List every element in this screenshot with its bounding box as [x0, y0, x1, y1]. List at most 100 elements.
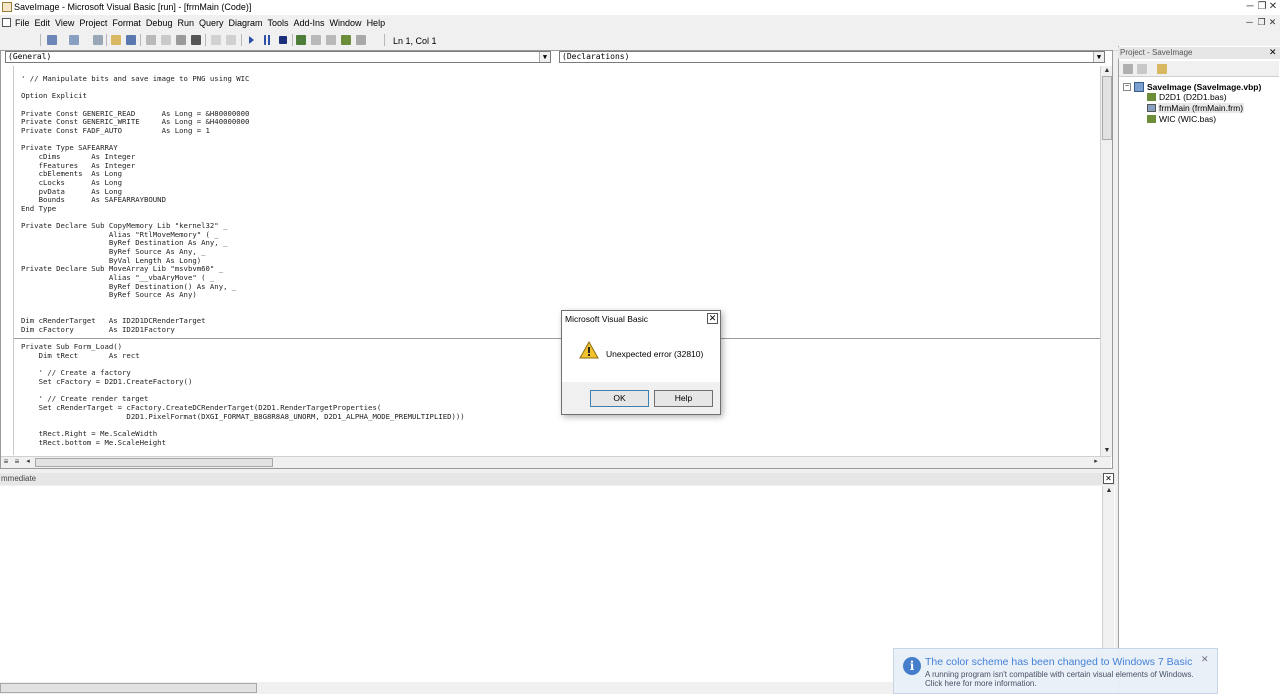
menu-tools[interactable]: Tools [268, 18, 289, 28]
dialog-message: Unexpected error (32810) [606, 349, 704, 359]
chevron-down-icon[interactable]: ▼ [1093, 52, 1104, 62]
cut-icon[interactable] [146, 35, 156, 45]
dialog-close-button[interactable]: ✕ [707, 313, 718, 324]
procedure-view-icon[interactable]: ≡ [1, 457, 11, 467]
code-margin[interactable] [1, 66, 14, 455]
ok-button[interactable]: OK [590, 390, 649, 407]
minimize-button[interactable]: ─ [1244, 1, 1256, 13]
project-explorer-toolbar [1119, 61, 1279, 77]
mdi-restore-button[interactable]: ❐ [1256, 17, 1267, 28]
code-vertical-scrollbar[interactable]: ▲ ▼ [1100, 66, 1112, 456]
scroll-right-icon[interactable]: ▸ [1091, 457, 1101, 467]
redo-icon[interactable] [226, 35, 236, 45]
project-explorer-title: Project - SaveImage [1120, 48, 1193, 57]
menu-format[interactable]: Format [112, 18, 141, 28]
project-explorer [1118, 46, 1280, 694]
project-icon [1134, 82, 1144, 92]
form-layout-icon[interactable] [326, 35, 336, 45]
break-icon[interactable] [264, 35, 271, 45]
start-icon[interactable] [249, 36, 254, 44]
toolbar-separator [384, 34, 385, 46]
code-horizontal-scrollbar[interactable]: ≡ ≡ ◂ ▸ [1, 456, 1111, 468]
toolbar-separator [205, 34, 206, 46]
warning-icon [579, 341, 599, 359]
immediate-window-header: mmediate ✕ [0, 473, 1115, 485]
menu-window[interactable]: Window [330, 18, 362, 28]
menu-view[interactable]: View [55, 18, 74, 28]
menu-file[interactable]: File [15, 18, 30, 28]
toast-title: The color scheme has been changed to Win… [925, 656, 1193, 668]
menu-bar: File Edit View Project Format Debug Run … [0, 15, 1280, 31]
toolbar-separator [241, 34, 242, 46]
menu-add-ins[interactable]: Add-Ins [294, 18, 325, 28]
menu-diagram[interactable]: Diagram [228, 18, 262, 28]
scroll-thumb[interactable] [0, 683, 257, 693]
dialog-body: Unexpected error (32810) [562, 327, 720, 382]
properties-window-icon[interactable] [311, 35, 321, 45]
procedure-combo-value: (Declarations) [562, 52, 630, 61]
toast-link[interactable]: Click here for more information. [925, 679, 1037, 688]
toast-close-button[interactable]: ✕ [1201, 654, 1209, 665]
object-combo-value: (General) [8, 52, 52, 61]
help-button[interactable]: Help [654, 390, 713, 407]
project-explorer-icon[interactable] [296, 35, 306, 45]
save-project-icon[interactable] [126, 35, 136, 45]
view-object-icon[interactable] [1137, 64, 1147, 74]
toolbar-grip [40, 34, 41, 46]
add-project-icon[interactable] [47, 35, 57, 45]
view-code-icon[interactable] [1123, 64, 1133, 74]
paste-icon[interactable] [176, 35, 186, 45]
full-module-view-icon[interactable]: ≡ [12, 457, 22, 467]
open-project-icon[interactable] [111, 35, 121, 45]
scroll-up-icon[interactable]: ▲ [1102, 66, 1112, 76]
procedure-separator [14, 338, 1100, 339]
notification-toast[interactable]: i The color scheme has been changed to W… [893, 648, 1218, 694]
title-bar: SaveImage - Microsoft Visual Basic [run]… [0, 0, 1280, 15]
toast-message: A running program isn't compatible with … [925, 670, 1194, 679]
menu-debug[interactable]: Debug [146, 18, 173, 28]
mdi-close-button[interactable]: ✕ [1267, 17, 1278, 28]
menu-run[interactable]: Run [177, 18, 194, 28]
dialog-title-bar: Microsoft Visual Basic ✕ [562, 311, 720, 327]
find-icon[interactable] [191, 35, 201, 45]
toolbox-icon[interactable] [356, 35, 366, 45]
scroll-down-icon[interactable]: ▼ [1102, 446, 1112, 456]
standard-toolbar: Ln 1, Col 1 [0, 31, 1280, 51]
menu-edit[interactable]: Edit [35, 18, 51, 28]
close-icon[interactable]: ✕ [1269, 47, 1277, 58]
code-text[interactable]: ' // Manipulate bits and save image to P… [21, 74, 465, 447]
vb-app-icon [2, 2, 12, 12]
close-button[interactable]: ✕ [1267, 1, 1279, 13]
object-combo[interactable]: (General) ▼ [5, 51, 551, 63]
scroll-thumb[interactable] [35, 458, 273, 467]
code-window-icon[interactable] [2, 18, 11, 27]
code-editor[interactable]: ' // Manipulate bits and save image to P… [14, 66, 1099, 455]
add-form-icon[interactable] [69, 35, 79, 45]
tree-item-d2d1[interactable]: D2D1 (D2D1.bas) [1159, 92, 1227, 102]
undo-icon[interactable] [211, 35, 221, 45]
copy-icon[interactable] [161, 35, 171, 45]
tree-item-project[interactable]: SaveImage (SaveImage.vbp) [1147, 82, 1261, 92]
toggle-folders-icon[interactable] [1157, 64, 1167, 74]
end-icon[interactable] [279, 36, 287, 44]
immediate-window-title: mmediate [1, 474, 37, 483]
procedure-combo[interactable]: (Declarations) ▼ [559, 51, 1105, 63]
scroll-thumb[interactable] [1102, 76, 1112, 140]
toolbar-separator [140, 34, 141, 46]
collapse-icon[interactable]: − [1123, 83, 1131, 91]
project-explorer-header: Project - SaveImage ✕ [1118, 47, 1280, 59]
menu-editor-icon[interactable] [93, 35, 103, 45]
menu-help[interactable]: Help [367, 18, 386, 28]
object-browser-icon[interactable] [341, 35, 351, 45]
scroll-left-icon[interactable]: ◂ [23, 457, 33, 467]
menu-list: File Edit View Project Format Debug Run … [15, 18, 390, 28]
menu-query[interactable]: Query [199, 18, 224, 28]
form-icon [1147, 104, 1156, 112]
chevron-down-icon[interactable]: ▼ [539, 52, 550, 62]
tree-item-wic[interactable]: WIC (WIC.bas) [1159, 114, 1216, 124]
menu-project[interactable]: Project [79, 18, 107, 28]
close-icon[interactable]: ✕ [1103, 473, 1114, 484]
scroll-up-icon[interactable]: ▲ [1104, 486, 1114, 496]
tree-item-frmmain[interactable]: frmMain (frmMain.frm) [1158, 103, 1245, 113]
mdi-minimize-button[interactable]: ─ [1244, 17, 1255, 28]
